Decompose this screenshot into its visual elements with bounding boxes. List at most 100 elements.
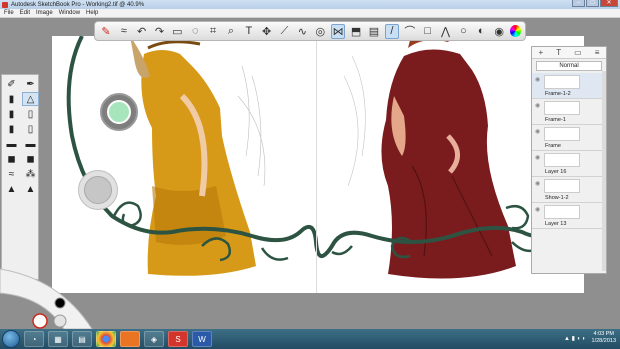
layer-row[interactable]: ◉ Frame-1: [532, 99, 606, 125]
pressure-icon[interactable]: ◐: [474, 24, 488, 39]
visibility-icon[interactable]: ◉: [535, 76, 540, 83]
layer-editor: + T ▭ ≡ Normal ◉ Frame-1-2 ◉ Frame-1 ◉ F…: [531, 46, 607, 274]
tray-icons[interactable]: ▲ ▮ ◖ ◗: [564, 335, 586, 342]
airbrush-icon[interactable]: △: [22, 92, 39, 106]
layer-thumbnail: [544, 179, 580, 193]
sketchbook-taskbar-icon[interactable]: S: [168, 331, 188, 347]
pen-brush-icon[interactable]: ▯: [22, 122, 39, 136]
layer-row[interactable]: ◉ Layer 16: [532, 151, 606, 177]
layer-row[interactable]: ◉ Layer 13: [532, 203, 606, 229]
firefox-icon[interactable]: [120, 331, 140, 347]
layer-toolbar: + T ▭ ≡: [532, 47, 606, 59]
felt-brush-icon[interactable]: ▮: [3, 122, 20, 136]
visibility-icon[interactable]: ◉: [535, 128, 540, 135]
eraser-soft-icon[interactable]: ▬: [3, 137, 20, 151]
layer-row[interactable]: ◉ Show-1-2: [532, 177, 606, 203]
explorer-icon[interactable]: ▤: [72, 331, 92, 347]
maximize-button[interactable]: □: [586, 0, 599, 7]
layer-menu-icon[interactable]: ≡: [595, 48, 600, 57]
smear-icon[interactable]: ◼: [22, 152, 39, 166]
layer-name: Show-1-2: [545, 195, 569, 201]
ink-brush-icon[interactable]: ✒: [22, 77, 39, 91]
polyline-icon[interactable]: ⋀: [439, 24, 453, 39]
brush-icon[interactable]: ✎: [99, 24, 113, 39]
close-button[interactable]: ✕: [600, 0, 618, 7]
color-puck[interactable]: [100, 93, 138, 131]
layer-name: Frame-1: [545, 117, 566, 123]
menu-help[interactable]: Help: [86, 10, 98, 16]
word-icon[interactable]: W: [192, 331, 212, 347]
text-layer-icon[interactable]: T: [556, 48, 561, 57]
layer-thumbnail: [544, 101, 580, 115]
wash-brush-icon[interactable]: ▲: [22, 182, 39, 196]
menu-file[interactable]: File: [4, 10, 14, 16]
menu-window[interactable]: Window: [59, 10, 80, 16]
lagoon-brush-icon[interactable]: [32, 313, 48, 329]
image-layer-icon[interactable]: ▭: [574, 48, 582, 57]
brush-size-puck[interactable]: [78, 170, 118, 210]
layer-scrollbar[interactable]: [602, 71, 606, 271]
visibility-icon[interactable]: ◉: [535, 154, 540, 161]
menu-edit[interactable]: Edit: [20, 10, 30, 16]
start-button[interactable]: [2, 330, 20, 348]
move-icon[interactable]: ✥: [260, 24, 274, 39]
add-layer-icon[interactable]: +: [539, 48, 544, 57]
french-curve-icon[interactable]: ∿: [295, 24, 309, 39]
color-wheel-icon[interactable]: [510, 25, 522, 37]
visibility-icon[interactable]: ◉: [535, 102, 540, 109]
minimize-button[interactable]: –: [572, 0, 585, 7]
visibility-icon[interactable]: ◉: [535, 206, 540, 213]
rect-icon[interactable]: □: [421, 24, 435, 39]
crop-icon[interactable]: ⌗: [206, 24, 220, 39]
paint-brush-icon[interactable]: ▮: [3, 107, 20, 121]
ruler-icon[interactable]: ⟋: [278, 24, 292, 39]
eraser-hard-icon[interactable]: ▬: [22, 137, 39, 151]
clock[interactable]: 4:03 PM 1/28/2013: [592, 331, 616, 345]
page-divider: [316, 36, 317, 293]
layer-row[interactable]: ◉ Frame-1-2: [532, 73, 606, 99]
symmetry-icon[interactable]: ⋈: [331, 23, 346, 39]
stamp-brush-icon[interactable]: ⁂: [22, 167, 39, 181]
taskbar-app-icon[interactable]: ▦: [48, 331, 68, 347]
line-icon[interactable]: /: [384, 23, 399, 39]
copic-icon[interactable]: ◉: [492, 24, 506, 39]
layer-icon[interactable]: ▤: [367, 24, 381, 39]
lasso-icon[interactable]: ◌: [188, 24, 202, 39]
layer-thumbnail: [544, 205, 580, 219]
lagoon-menu-icon[interactable]: [53, 314, 67, 328]
color-wheel-icon[interactable]: [54, 297, 66, 309]
clock-date: 1/28/2013: [591, 338, 616, 344]
menu-image[interactable]: Image: [36, 10, 53, 16]
layer-row[interactable]: ◉ Frame: [532, 125, 606, 151]
drawing-canvas[interactable]: [52, 36, 584, 293]
curve-icon[interactable]: ⌒: [403, 24, 417, 39]
visibility-icon[interactable]: ◉: [535, 180, 540, 187]
undo-icon[interactable]: ↶: [135, 24, 149, 39]
zoom-icon[interactable]: ⌕: [224, 24, 238, 39]
brush-size-indicator[interactable]: [84, 176, 112, 204]
title-bar: Autodesk SketchBook Pro - Working2.tif @…: [0, 0, 620, 9]
ellipse-shape-icon[interactable]: ○: [456, 24, 470, 39]
smudge-icon[interactable]: ≈: [117, 24, 131, 39]
text-icon[interactable]: T: [242, 24, 256, 39]
taskbar-app-icon[interactable]: ◔: [24, 331, 44, 347]
fill-icon[interactable]: ⬒: [349, 24, 363, 39]
chrome-icon[interactable]: [96, 331, 116, 347]
taskbar: ◔ ▦ ▤ ◈ S W ▲ ▮ ◖ ◗ 4:03 PM 1/28/2013: [0, 329, 620, 349]
pencil-brush-icon[interactable]: ✐: [3, 77, 20, 91]
chisel-brush-icon[interactable]: ▯: [22, 107, 39, 121]
app-icon[interactable]: ◈: [144, 331, 164, 347]
hatch-brush-icon[interactable]: ▲: [3, 182, 20, 196]
ellipse-icon[interactable]: ◎: [313, 24, 327, 39]
marker-brush-icon[interactable]: ▮: [3, 92, 20, 106]
blender-icon[interactable]: ◼: [3, 152, 20, 166]
system-tray: ▲ ▮ ◖ ◗ 4:03 PM 1/28/2013: [564, 331, 616, 345]
texture-brush-icon[interactable]: ≈: [3, 167, 20, 181]
window-title: Autodesk SketchBook Pro - Working2.tif @…: [11, 1, 145, 8]
active-color-swatch[interactable]: [107, 100, 131, 124]
layer-name: Layer 16: [545, 169, 567, 175]
workspace: ✎ ≈ ↶ ↷ ▭ ◌ ⌗ ⌕ T ✥ ⟋ ∿ ◎ ⋈ ⬒ ▤ / ⌒ □ ⋀ …: [0, 18, 620, 329]
blend-mode-select[interactable]: Normal: [536, 61, 602, 71]
redo-icon[interactable]: ↷: [153, 24, 167, 39]
rect-select-icon[interactable]: ▭: [170, 24, 184, 39]
